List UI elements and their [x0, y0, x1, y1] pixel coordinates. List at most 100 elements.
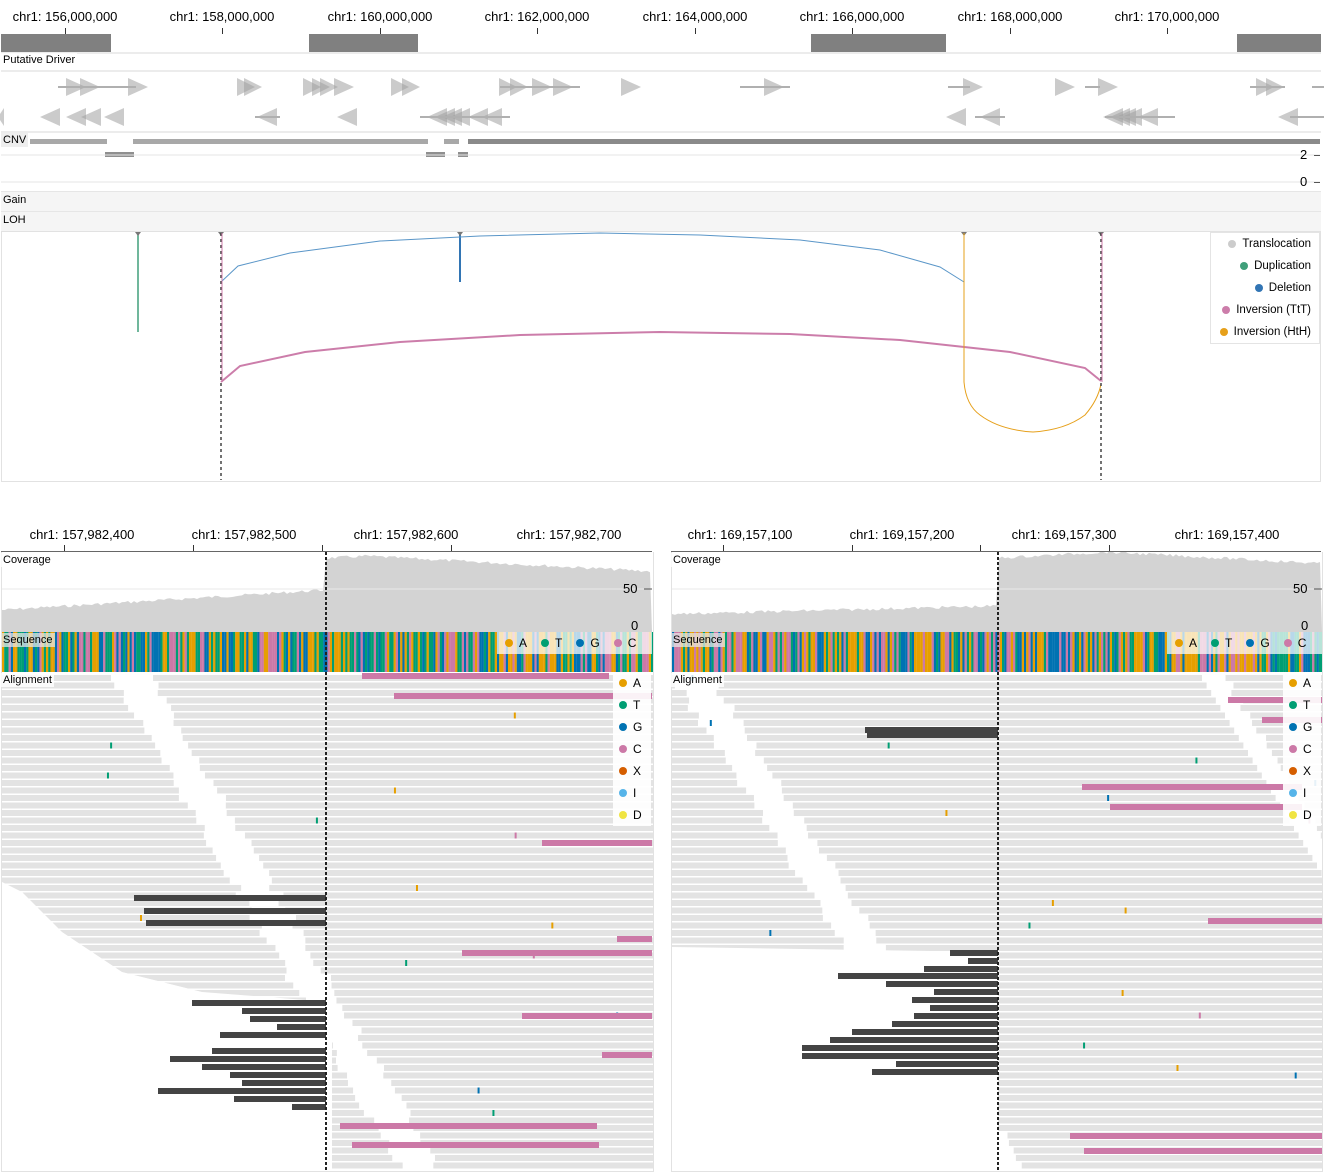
read — [2, 877, 230, 884]
sequence-base — [845, 632, 849, 672]
sequence-base — [1131, 632, 1135, 672]
legend-item-inversion-hth[interactable]: Inversion (HtH) — [1211, 321, 1319, 343]
axis-tick-label: chr1: 169,157,300 — [1011, 527, 1117, 542]
sequence-base — [1153, 632, 1157, 672]
mismatch — [1121, 990, 1124, 996]
sequence-base — [206, 632, 209, 672]
sequence-base — [1098, 632, 1102, 672]
legend-item-x[interactable]: X — [1283, 760, 1321, 782]
sequence-base — [411, 632, 414, 672]
read — [672, 870, 796, 876]
sequence-base — [782, 632, 785, 672]
legend-item-t[interactable]: T — [1283, 694, 1321, 716]
legend-item-c[interactable]: C — [613, 738, 651, 760]
sequence-base — [1112, 632, 1115, 672]
read — [305, 937, 653, 944]
sequence-base — [819, 632, 822, 672]
read — [2, 825, 205, 831]
sequence-base — [969, 632, 972, 672]
read — [2, 840, 207, 846]
sequence-base — [294, 632, 297, 672]
legend-item-g[interactable]: G — [576, 636, 600, 650]
sequence-base — [749, 632, 752, 672]
sequence-base — [409, 632, 412, 672]
sequence-base — [1101, 632, 1104, 672]
sequence-base — [1092, 632, 1095, 672]
legend-item-g[interactable]: G — [613, 716, 651, 738]
read-gap — [1243, 742, 1267, 749]
legend-item-a[interactable]: A — [1175, 636, 1197, 650]
legend-item-g[interactable]: G — [1246, 636, 1270, 650]
i-dot-icon — [619, 789, 627, 797]
legend-item-c[interactable]: C — [613, 636, 636, 650]
clipped-read — [892, 1021, 998, 1027]
sequence-base — [162, 632, 165, 672]
legend-item-d[interactable]: D — [613, 804, 651, 826]
sequence-base — [804, 632, 807, 672]
sequence-base — [400, 632, 403, 672]
legend-item-x[interactable]: X — [613, 760, 651, 782]
legend-item-a[interactable]: A — [1283, 672, 1321, 694]
sequence-base — [241, 632, 245, 672]
sequence-base — [905, 632, 908, 672]
sequence-base — [208, 632, 212, 672]
legend-item-c[interactable]: C — [1283, 738, 1321, 760]
sequence-base — [189, 632, 192, 672]
sequence-base — [856, 632, 860, 672]
legend-item-a[interactable]: A — [613, 672, 651, 694]
sequence-base — [435, 632, 438, 672]
sequence-base — [1048, 632, 1051, 672]
read — [2, 720, 144, 726]
legend-item-d[interactable]: D — [1283, 804, 1321, 826]
legend-item-c[interactable]: C — [1283, 636, 1306, 650]
legend-item-t[interactable]: T — [541, 636, 562, 650]
sequence-base — [481, 632, 484, 672]
sequence-base — [960, 632, 963, 672]
legend-item-i[interactable]: I — [613, 782, 651, 804]
structural-variant-track[interactable] — [0, 0, 1324, 490]
sequence-base — [773, 632, 776, 672]
sequence-base — [806, 632, 809, 672]
discordant-read — [362, 673, 609, 679]
sequence-base — [92, 632, 95, 672]
sequence-base — [1142, 632, 1146, 672]
read — [876, 937, 1322, 944]
sequence-base — [1140, 632, 1143, 672]
sequence-base — [1035, 632, 1038, 672]
legend-item-translocation[interactable]: Translocation — [1211, 233, 1319, 255]
sequence-base — [81, 632, 84, 672]
sequence-base — [107, 632, 110, 672]
read — [182, 735, 653, 741]
legend-item-deletion[interactable]: Deletion — [1211, 277, 1319, 299]
legend-item-g[interactable]: G — [1283, 716, 1321, 738]
sequence-base — [790, 632, 794, 672]
t-dot-icon — [619, 701, 627, 709]
sequence-base — [1024, 632, 1027, 672]
sequence-base — [239, 632, 242, 672]
sequence-base — [1059, 632, 1062, 672]
sequence-base — [1002, 632, 1005, 672]
sequence-base — [724, 632, 728, 672]
clipped-read — [144, 908, 326, 914]
sequence-base — [68, 632, 71, 672]
sequence-base — [257, 632, 260, 672]
read — [835, 862, 1322, 869]
mismatch — [139, 915, 142, 921]
legend-item-i[interactable]: I — [1283, 782, 1321, 804]
read — [213, 780, 653, 786]
sequence-base — [762, 632, 765, 672]
sequence-base — [235, 632, 238, 672]
legend-item-t[interactable]: T — [1211, 636, 1232, 650]
sequence-base — [729, 632, 732, 672]
read — [672, 750, 725, 756]
sequence-base — [274, 632, 278, 672]
sequence-base — [830, 632, 833, 672]
legend-item-a[interactable]: A — [505, 636, 527, 650]
mismatch — [514, 832, 517, 839]
legend-item-t[interactable]: T — [613, 694, 651, 716]
legend-item-inversion-ttt[interactable]: Inversion (TtT) — [1211, 299, 1319, 321]
a-dot-icon — [619, 679, 627, 687]
track-label-loh: LOH — [3, 214, 26, 226]
legend-item-duplication[interactable]: Duplication — [1211, 255, 1319, 277]
sequence-base — [865, 632, 868, 672]
